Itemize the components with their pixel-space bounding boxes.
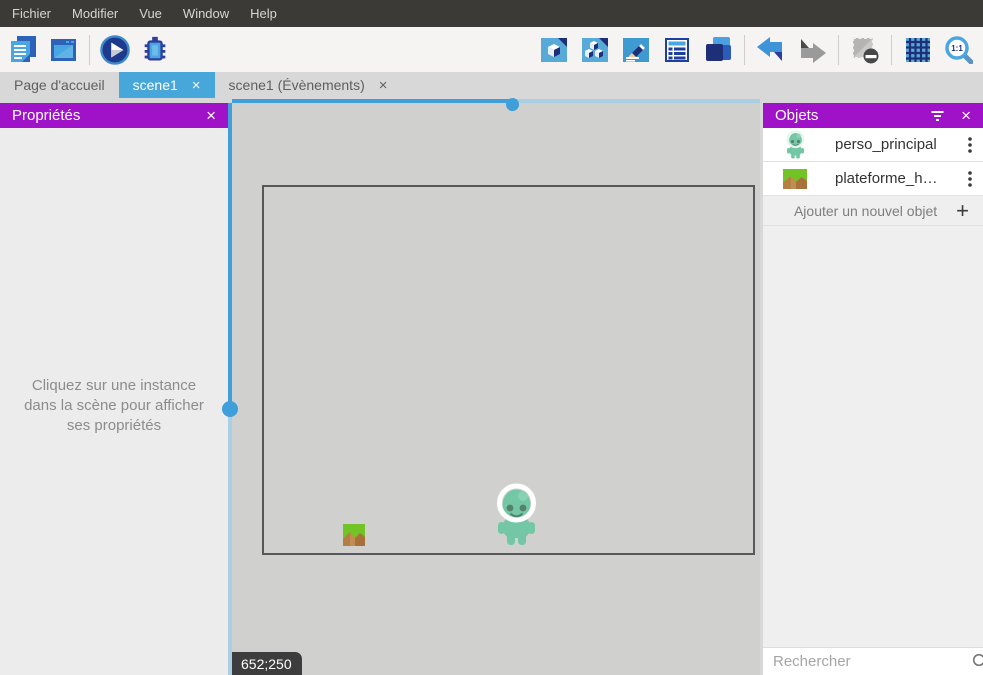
cursor-coordinates-badge: 652;250 (232, 652, 302, 675)
scene-editor-canvas[interactable]: 652;250 (232, 103, 760, 675)
undo-icon[interactable] (756, 34, 786, 66)
properties-panel-header: Propriétés × (0, 103, 228, 128)
object-name: perso_principal (835, 136, 957, 153)
gdevelop-window: Fichier Modifier Vue Window Help (0, 0, 983, 675)
add-object-label: Ajouter un nouvel objet (775, 203, 956, 219)
objects-panel-body (763, 226, 983, 647)
properties-panel: Propriétés × Cliquez sur une instance da… (0, 103, 228, 675)
plus-icon: + (956, 200, 969, 222)
horizontal-split-handle[interactable] (506, 98, 519, 111)
object-row-plateforme[interactable]: plateforme_h… (763, 162, 983, 196)
scene-window-icon[interactable] (49, 34, 79, 66)
main-area: Propriétés × Cliquez sur une instance da… (0, 98, 983, 675)
tab-close-icon[interactable]: × (379, 77, 388, 94)
objects-editor-icon[interactable] (539, 34, 569, 66)
toolbar-separator (89, 35, 90, 65)
tab-label: scene1 (133, 77, 178, 93)
close-icon[interactable]: × (206, 107, 216, 124)
search-icon[interactable] (972, 653, 983, 670)
zoom-ratio-icon[interactable]: 1:1 (944, 34, 974, 66)
menu-fichier[interactable]: Fichier (9, 4, 54, 23)
menu-modifier[interactable]: Modifier (69, 4, 121, 23)
object-row-perso-principal[interactable]: perso_principal (763, 128, 983, 162)
object-menu-kebab-icon[interactable] (957, 137, 983, 153)
menu-vue[interactable]: Vue (136, 4, 165, 23)
clear-selection-icon[interactable] (850, 34, 880, 66)
svg-text:1:1: 1:1 (951, 44, 963, 53)
play-icon[interactable] (100, 34, 130, 66)
grass-platform-sprite-icon (783, 169, 807, 189)
objects-panel-header: Objets × (763, 103, 983, 128)
properties-panel-title: Propriétés (12, 107, 80, 124)
search-input[interactable] (773, 653, 972, 670)
tab-scene1[interactable]: scene1 × (119, 72, 215, 98)
instances-list-icon[interactable] (662, 34, 692, 66)
redo-icon[interactable] (797, 34, 827, 66)
toolbar-separator (891, 35, 892, 65)
tab-label: Page d'accueil (14, 77, 105, 93)
menu-bar: Fichier Modifier Vue Window Help (0, 0, 983, 27)
character-instance[interactable] (496, 483, 537, 546)
toolbar-separator (838, 35, 839, 65)
tab-page-accueil[interactable]: Page d'accueil (0, 72, 119, 98)
vertical-split-handle[interactable] (222, 401, 238, 417)
tab-scene1-evenements[interactable]: scene1 (Évènements) × (215, 72, 402, 98)
project-manager-icon[interactable] (9, 34, 39, 66)
filter-icon[interactable] (930, 110, 945, 122)
add-object-button[interactable]: Ajouter un nouvel objet + (763, 196, 983, 226)
object-name: plateforme_h… (835, 170, 957, 187)
objects-panel: Objets × (763, 103, 983, 675)
grid-icon[interactable] (903, 34, 933, 66)
tab-bar: Page d'accueil scene1 × scene1 (Évènemen… (0, 72, 983, 98)
alien-character-sprite-icon (783, 130, 807, 159)
edit-scene-icon[interactable] (621, 34, 651, 66)
menu-window[interactable]: Window (180, 4, 232, 23)
layers-icon[interactable] (703, 34, 733, 66)
objects-search-bar (763, 647, 983, 675)
properties-empty-message: Cliquez sur une instance dans la scène p… (0, 376, 228, 436)
toolbar-right-group: 1:1 (539, 34, 974, 66)
close-icon[interactable]: × (961, 107, 971, 124)
object-menu-kebab-icon[interactable] (957, 171, 983, 187)
objects-panel-title: Objets (775, 107, 818, 124)
tab-close-icon[interactable]: × (192, 77, 201, 94)
toolbar-left-group (9, 34, 170, 66)
menu-help[interactable]: Help (247, 4, 280, 23)
toolbar-separator (744, 35, 745, 65)
tab-label: scene1 (Évènements) (229, 77, 365, 93)
object-groups-icon[interactable] (580, 34, 610, 66)
platform-instance[interactable] (343, 524, 365, 546)
toolbar: 1:1 (0, 27, 983, 72)
debug-icon[interactable] (140, 34, 170, 66)
